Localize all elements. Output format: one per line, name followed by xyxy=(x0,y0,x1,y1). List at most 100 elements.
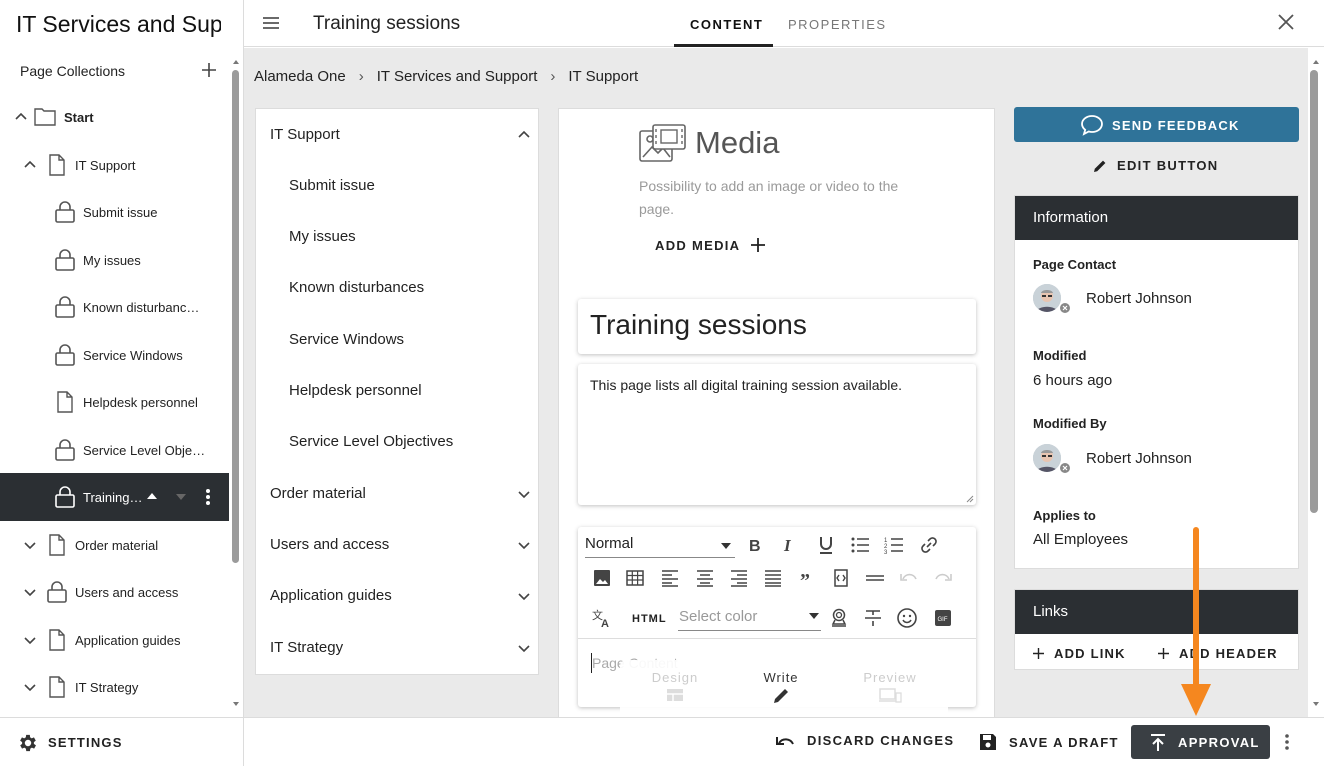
format-select[interactable]: Normal xyxy=(585,534,735,558)
tree-item[interactable]: Known disturbanc… xyxy=(0,283,229,331)
horizontal-rule-icon[interactable] xyxy=(864,567,886,589)
underline-icon[interactable] xyxy=(815,534,837,556)
align-left-icon[interactable] xyxy=(659,567,681,589)
link-icon[interactable] xyxy=(918,534,940,556)
nav-item[interactable]: Application guides xyxy=(256,570,540,621)
page-contact-name[interactable]: Robert Johnson xyxy=(1086,290,1192,307)
description-field[interactable]: This page lists all digital training ses… xyxy=(578,364,976,505)
add-collection-icon[interactable] xyxy=(199,60,219,80)
move-down-icon[interactable] xyxy=(175,492,187,502)
nav-item[interactable]: Submit issue xyxy=(256,160,540,211)
tree-item[interactable]: Service Level Obje… xyxy=(0,426,229,474)
chevron-up-icon[interactable] xyxy=(516,127,532,143)
nav-item[interactable]: Helpdesk personnel xyxy=(256,365,540,416)
chevron-down-icon[interactable] xyxy=(516,640,532,656)
main-scrollbar[interactable] xyxy=(1310,70,1318,513)
tree-item[interactable]: Order material xyxy=(0,521,229,569)
sidebar-scrollbar[interactable] xyxy=(232,70,239,563)
tree-item[interactable]: Submit issue xyxy=(0,188,229,236)
scroll-down-icon[interactable] xyxy=(1312,700,1320,708)
page-contact-person[interactable]: Robert Johnson xyxy=(1033,284,1192,314)
scroll-up-icon[interactable] xyxy=(1312,58,1320,66)
html-button[interactable]: HTML xyxy=(632,613,667,625)
modified-by-name[interactable]: Robert Johnson xyxy=(1086,450,1192,467)
chevron-down-icon[interactable] xyxy=(516,486,532,502)
close-icon[interactable] xyxy=(1276,12,1296,32)
table-icon[interactable] xyxy=(624,567,646,589)
edit-button[interactable]: EDIT BUTTON xyxy=(1093,158,1218,173)
strikethrough-icon[interactable] xyxy=(862,607,884,629)
nav-item[interactable]: IT Support xyxy=(256,109,540,160)
add-link-button[interactable]: ADD LINK xyxy=(1033,646,1126,661)
translate-icon[interactable]: 文A xyxy=(591,607,613,629)
save-draft-button[interactable]: SAVE A DRAFT xyxy=(979,733,1119,751)
nav-item[interactable]: Known disturbances xyxy=(256,262,540,313)
gif-icon[interactable]: GIF xyxy=(932,607,954,629)
add-media-button[interactable]: ADD MEDIA xyxy=(655,237,766,253)
color-select[interactable]: Select color xyxy=(678,605,821,631)
title-field[interactable] xyxy=(578,299,976,354)
quote-icon[interactable]: ” xyxy=(796,567,818,589)
title-input[interactable] xyxy=(590,309,960,341)
chevron-down-icon[interactable] xyxy=(516,588,532,604)
redo-icon[interactable] xyxy=(932,567,954,589)
numbered-list-icon[interactable]: 123 xyxy=(883,534,905,556)
chevron-down-icon[interactable] xyxy=(516,537,532,553)
move-up-icon[interactable] xyxy=(146,491,158,501)
tree-item[interactable]: Users and access xyxy=(0,568,229,616)
nav-item[interactable]: Service Level Objectives xyxy=(256,416,540,467)
tree-item[interactable]: My issues xyxy=(0,236,229,284)
nav-item[interactable]: Users and access xyxy=(256,519,540,570)
tree-item[interactable]: Service Windows xyxy=(0,331,229,379)
stamp-icon[interactable] xyxy=(828,607,850,629)
breadcrumb-item[interactable]: Alameda One xyxy=(254,68,346,85)
tree-item[interactable]: IT Support xyxy=(0,141,229,189)
tree-item[interactable]: Application guides xyxy=(0,616,229,664)
nav-item[interactable]: My issues xyxy=(256,211,540,262)
add-header-button[interactable]: ADD HEADER xyxy=(1158,646,1278,661)
tab-properties[interactable]: PROPERTIES xyxy=(788,17,887,32)
send-feedback-button[interactable]: SEND FEEDBACK xyxy=(1014,107,1299,142)
chevron-down-icon[interactable] xyxy=(22,632,38,648)
emoji-icon[interactable] xyxy=(896,607,918,629)
menu-icon[interactable] xyxy=(261,13,281,33)
chevron-up-icon[interactable] xyxy=(22,157,38,173)
embed-code-icon[interactable] xyxy=(830,567,852,589)
settings-button[interactable]: SETTINGS xyxy=(0,717,243,766)
align-justify-icon[interactable] xyxy=(762,567,784,589)
chevron-down-icon[interactable] xyxy=(22,584,38,600)
scroll-down-icon[interactable] xyxy=(232,700,240,708)
nav-item[interactable]: Service Windows xyxy=(256,314,540,365)
undo-icon[interactable] xyxy=(898,567,920,589)
chevron-down-icon[interactable] xyxy=(22,537,38,553)
tree-item[interactable]: Helpdesk personnel xyxy=(0,378,229,426)
more-options-icon[interactable] xyxy=(204,487,212,507)
tree-item[interactable]: Start xyxy=(0,93,229,141)
tree-item-label: IT Support xyxy=(75,158,136,173)
nav-item[interactable]: Order material xyxy=(256,468,540,519)
scroll-up-icon[interactable] xyxy=(232,58,240,66)
mode-preview[interactable]: Preview xyxy=(850,670,930,703)
nav-item[interactable]: IT Strategy xyxy=(256,622,540,673)
align-center-icon[interactable] xyxy=(694,567,716,589)
description-text[interactable]: This page lists all digital training ses… xyxy=(590,377,902,393)
italic-icon[interactable]: I xyxy=(778,534,800,556)
mode-write[interactable]: Write xyxy=(741,670,821,705)
more-options-icon[interactable] xyxy=(1279,732,1295,752)
tab-content[interactable]: CONTENT xyxy=(690,17,763,32)
bullet-list-icon[interactable] xyxy=(849,534,871,556)
tree-item[interactable]: IT Strategy xyxy=(0,663,229,711)
breadcrumb-item[interactable]: IT Support xyxy=(568,68,638,85)
bold-icon[interactable]: B xyxy=(744,534,766,556)
mode-design[interactable]: Design xyxy=(635,670,715,703)
discard-changes-button[interactable]: DISCARD CHANGES xyxy=(775,733,954,748)
approval-button[interactable]: APPROVAL xyxy=(1131,725,1270,759)
breadcrumb-item[interactable]: IT Services and Support xyxy=(377,68,538,85)
chevron-down-icon[interactable] xyxy=(22,679,38,695)
tree-item[interactable]: Training… xyxy=(0,473,229,521)
image-icon[interactable] xyxy=(591,567,613,589)
resize-handle-icon[interactable] xyxy=(964,493,974,503)
modified-by-person[interactable]: Robert Johnson xyxy=(1033,444,1192,474)
chevron-up-icon[interactable] xyxy=(13,109,29,125)
align-right-icon[interactable] xyxy=(728,567,750,589)
